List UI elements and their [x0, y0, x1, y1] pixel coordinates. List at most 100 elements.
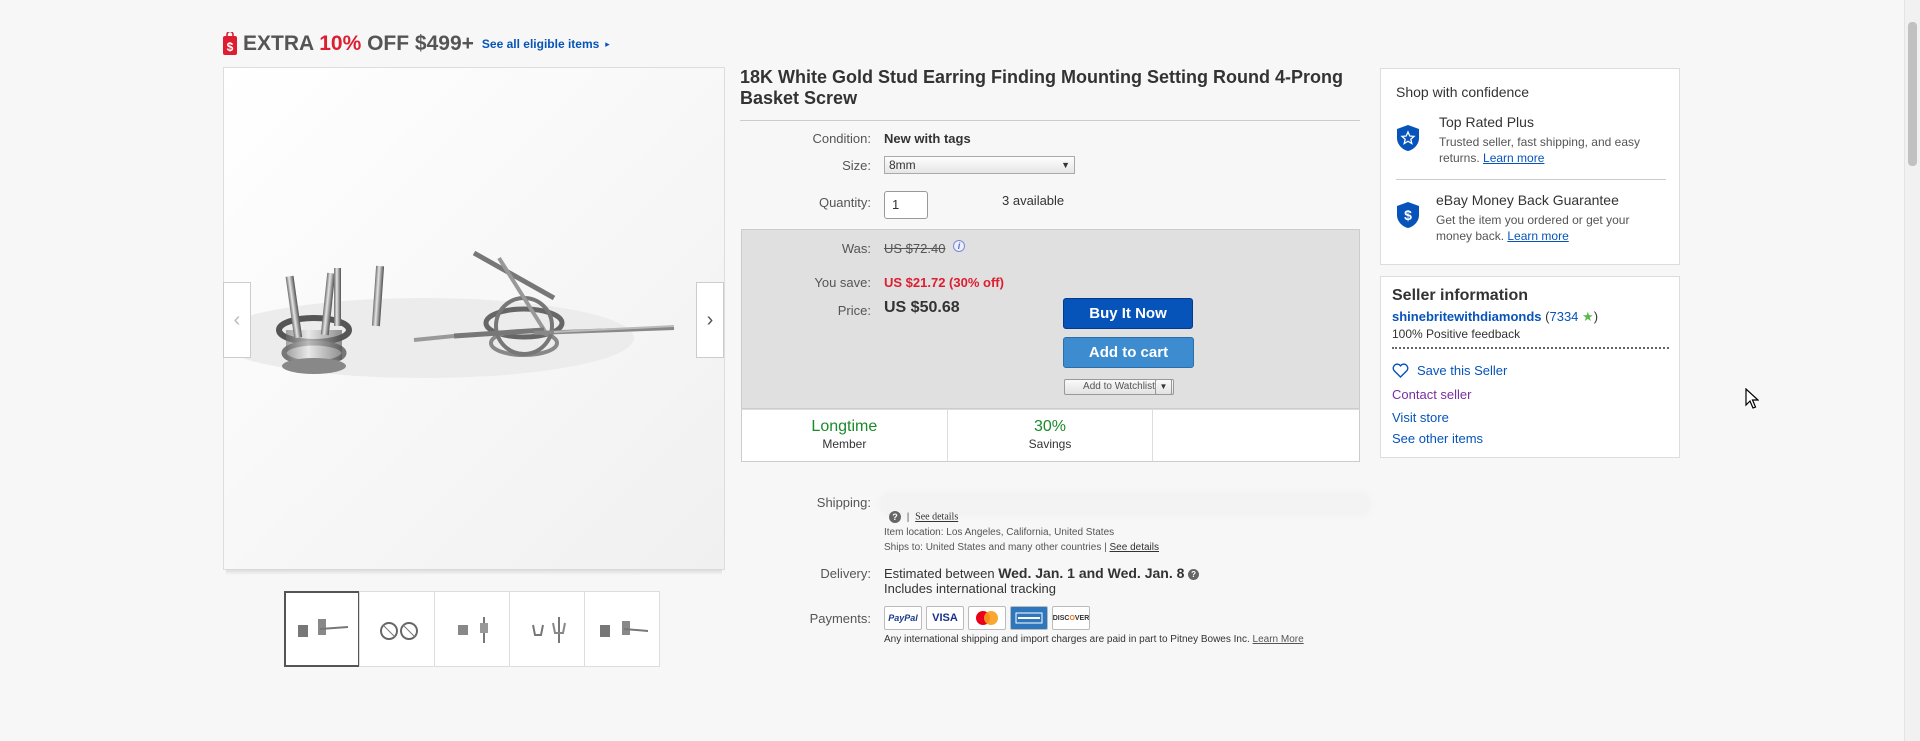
positive-feedback: 100% Positive feedback — [1392, 327, 1521, 341]
svg-text:$: $ — [227, 40, 234, 54]
seller-stats: Longtime Member 30% Savings — [741, 409, 1360, 462]
condition-value: New with tags — [884, 131, 971, 146]
price-info-icon[interactable]: i — [953, 240, 965, 252]
size-label: Size: — [842, 158, 871, 173]
svg-text:$: $ — [1404, 207, 1412, 223]
payment-logos: PayPal VISA DISC O VER — [884, 606, 1094, 630]
quantity-label: Quantity: — [818, 195, 871, 210]
stat-longtime: Longtime Member — [742, 410, 948, 461]
contact-seller-link[interactable]: Contact seller — [1392, 387, 1471, 402]
thumbnail-image — [458, 617, 488, 643]
dropdown-caret-icon: ▼ — [1061, 160, 1070, 170]
shipping-details-row: ? | See details — [889, 511, 958, 523]
sale-tag-icon: $ — [223, 32, 237, 55]
buy-it-now-button[interactable]: Buy It Now — [1063, 298, 1193, 329]
thumbnail-4[interactable] — [509, 591, 585, 667]
discover-logo: DISC O VER — [1052, 606, 1090, 630]
price-label: Price: — [837, 303, 871, 318]
condition-label: Condition: — [812, 131, 871, 146]
next-image-button[interactable]: › — [696, 282, 724, 358]
top-rated-learn-more-link[interactable]: Learn more — [1483, 151, 1544, 165]
watchlist-dropdown-button[interactable]: ▼ — [1155, 379, 1172, 395]
promo-text: EXTRA 10% OFF $499+ — [243, 32, 474, 55]
confidence-divider — [1396, 179, 1666, 180]
item-title: 18K White Gold Stud Earring Finding Moun… — [740, 67, 1343, 108]
ships-to-see-details-link[interactable]: See details — [1110, 542, 1159, 553]
vertical-scrollbar[interactable] — [1904, 0, 1920, 741]
chevron-right-icon: › — [706, 308, 714, 331]
title-divider — [740, 120, 1360, 121]
see-other-items-link[interactable]: See other items — [1392, 431, 1483, 446]
seller-name-link[interactable]: shinebritewithdiamonds — [1392, 309, 1542, 324]
seller-name-row: shinebritewithdiamonds (7334 ★) — [1392, 309, 1599, 324]
thumbnail-image — [600, 621, 649, 637]
feedback-score[interactable]: 7334 — [1549, 309, 1578, 324]
heart-icon — [1392, 363, 1409, 378]
promo-arrow-icon: ▸ — [605, 38, 610, 49]
confidence-title: Shop with confidence — [1396, 84, 1530, 100]
available-count: 3 available — [1002, 193, 1065, 208]
chevron-left-icon: ‹ — [233, 308, 241, 331]
shipping-label: Shipping: — [816, 495, 871, 510]
visa-logo: VISA — [926, 606, 964, 630]
size-select[interactable]: 8mm ▼ — [884, 156, 1075, 174]
main-product-image[interactable] — [223, 67, 725, 570]
stat-value: 30% — [1033, 418, 1067, 435]
thumbnail-3[interactable] — [434, 591, 510, 667]
stat-empty — [1153, 410, 1359, 461]
caret-down-icon: ▼ — [1159, 382, 1168, 391]
thumbnail-image — [532, 617, 566, 643]
feedback-star-icon: ★ — [1582, 309, 1594, 324]
thumbnail-1[interactable] — [284, 591, 360, 667]
delivery-estimate: Estimated between Wed. Jan. 1 and Wed. J… — [884, 565, 1200, 581]
previous-image-button[interactable]: ‹ — [223, 282, 251, 358]
help-icon[interactable]: ? — [1188, 569, 1200, 581]
save-seller-link[interactable]: Save this Seller — [1392, 363, 1507, 378]
seller-divider — [1392, 347, 1669, 349]
thumbnail-2[interactable] — [359, 591, 435, 667]
thumbnail-image — [298, 619, 349, 637]
was-label: Was: — [841, 241, 871, 256]
money-back-text: Get the item you ordered or get your mon… — [1436, 213, 1630, 243]
top-rated-text: Trusted seller, fast shipping, and easy … — [1439, 135, 1640, 165]
delivery-label: Delivery: — [820, 566, 871, 581]
promo-banner: $ EXTRA 10% OFF $499+ See all eligible i… — [222, 32, 610, 56]
payments-label: Payments: — [809, 611, 871, 626]
money-back-shield-icon: $ — [1397, 202, 1419, 228]
mouse-cursor-icon — [1745, 388, 1759, 409]
add-to-cart-button[interactable]: Add to cart — [1063, 337, 1194, 368]
delivery-tracking: Includes international tracking — [884, 581, 1056, 596]
see-eligible-items-link[interactable]: See all eligible items — [482, 37, 599, 51]
shop-with-confidence-card: Shop with confidence Top Rated Plus Trus… — [1380, 68, 1680, 265]
earring-mounting-image — [224, 68, 724, 569]
page: $ EXTRA 10% OFF $499+ See all eligible i… — [0, 0, 1920, 741]
was-price: US $72.40 — [884, 241, 946, 256]
price-box — [741, 229, 1360, 409]
top-rated-title: Top Rated Plus — [1439, 114, 1534, 130]
stat-value: Longtime — [811, 418, 878, 435]
item-location: Item location: Los Angeles, California, … — [884, 527, 1115, 538]
help-icon[interactable]: ? — [889, 511, 901, 523]
quantity-input[interactable]: 1 — [884, 191, 928, 219]
payments-note: Any international shipping and import ch… — [884, 634, 1304, 645]
you-save-value: US $21.72 (30% off) — [884, 275, 1004, 290]
price-value: US $50.68 — [884, 299, 960, 316]
thumbnail-strip — [284, 591, 660, 667]
mastercard-logo — [968, 606, 1006, 630]
seller-info-heading: Seller information — [1392, 287, 1529, 304]
thumbnail-5[interactable] — [584, 591, 660, 667]
top-rated-badge-icon — [1397, 125, 1419, 151]
paypal-logo: PayPal — [884, 606, 922, 630]
payments-learn-more-link[interactable]: Learn More — [1253, 634, 1304, 645]
scrollbar-thumb[interactable] — [1908, 22, 1917, 166]
seller-information-card: Seller information shinebritewithdiamond… — [1380, 276, 1680, 458]
you-save-label: You save: — [814, 275, 871, 290]
image-shadow — [226, 569, 722, 575]
stat-caption: Savings — [1028, 437, 1072, 451]
ships-to: Ships to: United States and many other c… — [884, 542, 1159, 553]
money-back-title: eBay Money Back Guarantee — [1436, 192, 1619, 208]
visit-store-link[interactable]: Visit store — [1392, 410, 1449, 425]
stat-caption: Member — [822, 437, 867, 451]
shipping-see-details-link[interactable]: See details — [915, 512, 958, 523]
money-back-learn-more-link[interactable]: Learn more — [1507, 229, 1568, 243]
